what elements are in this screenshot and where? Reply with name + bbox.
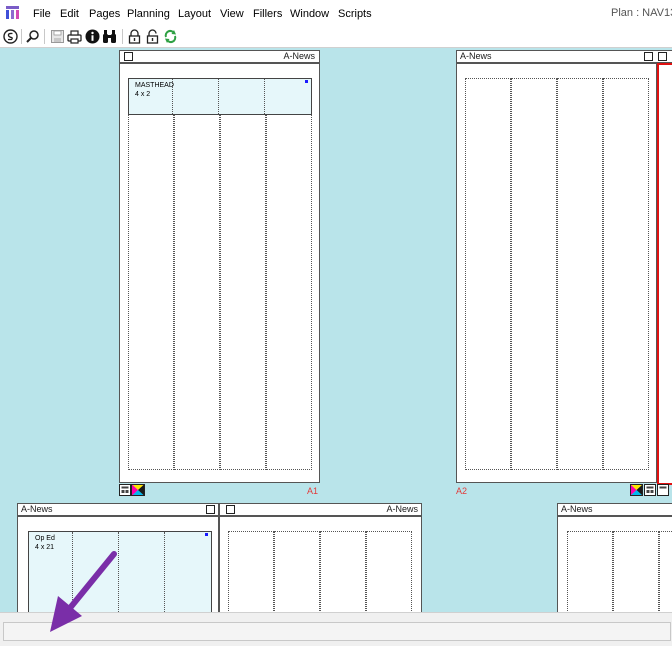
page-section-label: A-News	[283, 51, 315, 61]
zoom-icon[interactable]	[24, 28, 41, 45]
ad-column-divider	[264, 79, 265, 114]
page-column	[128, 78, 174, 470]
page-column	[320, 531, 366, 612]
menu-scripts[interactable]: Scripts	[338, 7, 372, 21]
signature-icon[interactable]	[2, 28, 19, 45]
ad-column-divider	[118, 532, 119, 612]
page-column	[613, 531, 659, 612]
page-select-checkbox[interactable]	[206, 505, 215, 514]
binoculars-icon[interactable]	[101, 28, 118, 45]
page-title-bar[interactable]: A-News	[17, 503, 219, 516]
app-logo-icon	[6, 6, 19, 19]
ad-size: 4 x 21	[35, 544, 55, 551]
op-ed-ad[interactable]: Op Ed 4 x 21	[28, 531, 212, 612]
page-blank[interactable]	[557, 516, 672, 612]
page-section-label: A-News	[460, 51, 492, 61]
page-a2[interactable]	[456, 63, 657, 483]
refresh-icon[interactable]	[162, 28, 179, 45]
ad-column-divider	[164, 532, 165, 612]
page-select-checkbox[interactable]	[658, 52, 667, 61]
page-title-bar[interactable]: A-News	[557, 503, 672, 516]
ad-label: MASTHEAD 4 x 2	[135, 81, 174, 99]
page-column	[274, 531, 320, 612]
page-a1[interactable]: MASTHEAD 4 x 2	[119, 63, 320, 483]
page-section-label: A-News	[21, 504, 53, 514]
page-column	[228, 531, 274, 612]
unlock-icon[interactable]	[144, 28, 161, 45]
masthead-ad[interactable]: MASTHEAD 4 x 2	[128, 78, 312, 115]
menu-bar: File Edit Pages Planning Layout View Fil…	[0, 0, 672, 27]
page-column	[366, 531, 412, 612]
lock-icon[interactable]	[126, 28, 143, 45]
page-column	[511, 78, 557, 470]
page-op-ed[interactable]: Op Ed 4 x 21	[17, 516, 219, 612]
toolbar	[0, 27, 672, 48]
page-column	[603, 78, 649, 470]
ad-column-divider	[72, 532, 73, 612]
menu-file[interactable]: File	[33, 7, 51, 21]
page-column	[557, 78, 603, 470]
page-tools-icon[interactable]	[119, 484, 145, 496]
menu-edit[interactable]: Edit	[60, 7, 79, 21]
page-section-label: A-News	[561, 504, 593, 514]
page-title-bar[interactable]: A-News	[119, 50, 320, 63]
page-column	[266, 78, 312, 470]
ad-marker	[305, 80, 308, 83]
page-blank[interactable]	[219, 516, 422, 612]
selected-facing-page[interactable]	[657, 63, 672, 485]
menu-fillers[interactable]: Fillers	[253, 7, 282, 21]
menu-planning[interactable]: Planning	[127, 7, 170, 21]
menu-layout[interactable]: Layout	[178, 7, 211, 21]
page-section-label: A-News	[386, 504, 418, 514]
save-icon[interactable]	[49, 28, 66, 45]
ad-size: 4 x 2	[135, 91, 151, 98]
page-title-bar[interactable]: A-News	[219, 503, 422, 516]
page-column	[659, 531, 672, 612]
page-select-checkbox[interactable]	[124, 52, 133, 61]
page-column	[220, 78, 266, 470]
menu-pages[interactable]: Pages	[89, 7, 120, 21]
toolbar-separator	[122, 29, 123, 44]
page-tools-icon[interactable]	[630, 484, 672, 496]
page-number: A1	[307, 486, 319, 496]
ad-marker	[205, 533, 208, 536]
plan-label: Plan : NAV13	[611, 7, 672, 19]
menu-view[interactable]: View	[220, 7, 244, 21]
ad-label: Op Ed 4 x 21	[35, 534, 55, 552]
status-bar	[0, 612, 672, 646]
status-field	[3, 622, 671, 641]
ad-name: MASTHEAD	[135, 82, 174, 89]
info-icon[interactable]	[84, 28, 101, 45]
toolbar-separator	[21, 29, 22, 44]
menu-window[interactable]: Window	[290, 7, 329, 21]
page-title-bar[interactable]: A-News	[456, 50, 672, 63]
print-icon[interactable]	[66, 28, 83, 45]
page-number: A2	[456, 486, 468, 496]
ad-name: Op Ed	[35, 535, 55, 542]
page-column	[567, 531, 613, 612]
toolbar-separator	[44, 29, 45, 44]
page-column	[465, 78, 511, 470]
page-select-checkbox[interactable]	[226, 505, 235, 514]
page-plan-canvas: A-News MASTHEAD 4 x 2 A1 A-News A2 A-New…	[0, 48, 672, 612]
ad-column-divider	[218, 79, 219, 114]
page-column	[174, 78, 220, 470]
page-select-checkbox[interactable]	[644, 52, 653, 61]
